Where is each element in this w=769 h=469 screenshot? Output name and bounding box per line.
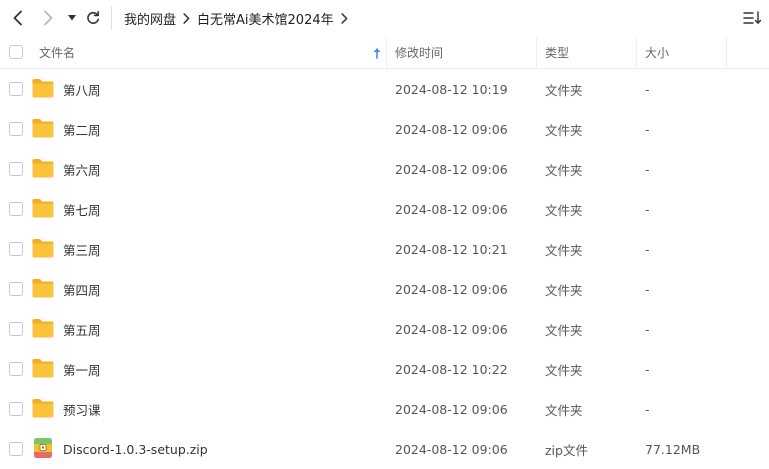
file-type: 文件夹 (545, 162, 583, 178)
file-size: - (645, 321, 650, 337)
toolbar-divider (111, 6, 112, 30)
zip-archive-icon (34, 438, 52, 458)
table-row[interactable]: 第三周 2024-08-12 10:21 文件夹 - (0, 229, 769, 269)
row-checkbox[interactable] (9, 362, 23, 376)
file-type: 文件夹 (545, 202, 583, 218)
folder-icon (32, 159, 54, 178)
row-checkbox[interactable] (9, 402, 23, 416)
file-name[interactable]: 第二周 (63, 109, 101, 149)
column-header-type[interactable]: 类型 (545, 37, 569, 68)
breadcrumb-separator-icon (183, 12, 190, 24)
row-checkbox[interactable] (9, 242, 23, 256)
table-row[interactable]: 第一周 2024-08-12 10:22 文件夹 - (0, 349, 769, 389)
breadcrumb-item-current-folder[interactable]: 白无常Ai美术馆2024年 (197, 9, 334, 28)
folder-icon (32, 279, 54, 298)
chevron-right-icon (44, 10, 53, 26)
forward-button[interactable] (38, 7, 58, 29)
breadcrumb-separator-icon (341, 12, 348, 24)
table-row[interactable]: 预习课 2024-08-12 09:06 文件夹 - (0, 389, 769, 429)
row-checkbox[interactable] (9, 282, 23, 296)
file-type: 文件夹 (545, 402, 583, 418)
file-name[interactable]: 第一周 (63, 349, 101, 389)
column-separator[interactable] (386, 37, 387, 68)
file-type: 文件夹 (545, 242, 583, 258)
file-name[interactable]: 预习课 (63, 389, 101, 429)
file-name[interactable]: 第六周 (63, 149, 101, 189)
file-modified-time: 2024-08-12 09:06 (395, 281, 508, 297)
table-row[interactable]: 第七周 2024-08-12 09:06 文件夹 - (0, 189, 769, 229)
file-type: 文件夹 (545, 362, 583, 378)
view-mode-button[interactable] (742, 9, 762, 27)
file-modified-time: 2024-08-12 09:06 (395, 321, 508, 337)
file-size: - (645, 161, 650, 177)
column-header-modified[interactable]: 修改时间 (395, 37, 443, 68)
file-list-header: 文件名 修改时间 类型 大小 (0, 37, 769, 69)
list-view-icon (743, 11, 762, 24)
column-header-size[interactable]: 大小 (645, 37, 669, 68)
folder-icon (32, 239, 54, 258)
file-name[interactable]: Discord-1.0.3-setup.zip (63, 429, 208, 469)
file-modified-time: 2024-08-12 09:06 (395, 401, 508, 417)
folder-icon (32, 119, 54, 138)
file-modified-time: 2024-08-12 10:21 (395, 241, 508, 257)
table-row[interactable]: 第六周 2024-08-12 09:06 文件夹 - (0, 149, 769, 189)
file-size: - (645, 121, 650, 137)
column-separator[interactable] (636, 37, 637, 68)
file-name[interactable]: 第五周 (63, 309, 101, 349)
file-modified-time: 2024-08-12 09:06 (395, 121, 508, 137)
folder-icon (32, 79, 54, 98)
folder-icon (32, 359, 54, 378)
chevron-left-icon (13, 10, 22, 26)
arrow-up-icon[interactable] (372, 47, 382, 59)
file-type: zip文件 (545, 442, 588, 458)
history-dropdown-button[interactable] (65, 7, 79, 29)
table-row[interactable]: Discord-1.0.3-setup.zip 2024-08-12 09:06… (0, 429, 769, 469)
row-checkbox[interactable] (9, 162, 23, 176)
refresh-icon (87, 11, 99, 24)
file-type: 文件夹 (545, 82, 583, 98)
file-size: 77.12MB (645, 441, 701, 457)
file-size: - (645, 281, 650, 297)
row-checkbox[interactable] (9, 442, 23, 456)
table-row[interactable]: 第五周 2024-08-12 09:06 文件夹 - (0, 309, 769, 349)
file-modified-time: 2024-08-12 09:06 (395, 441, 508, 457)
table-row[interactable]: 第八周 2024-08-12 10:19 文件夹 - (0, 69, 769, 109)
refresh-button[interactable] (84, 7, 102, 29)
breadcrumb-item-my-drive[interactable]: 我的网盘 (124, 9, 176, 28)
file-modified-time: 2024-08-12 10:19 (395, 81, 508, 97)
folder-icon (32, 399, 54, 418)
file-name[interactable]: 第三周 (63, 229, 101, 269)
file-type: 文件夹 (545, 322, 583, 338)
file-size: - (645, 361, 650, 377)
back-button[interactable] (8, 7, 28, 29)
file-size: - (645, 401, 650, 417)
row-checkbox[interactable] (9, 202, 23, 216)
row-checkbox[interactable] (9, 322, 23, 336)
file-size: - (645, 241, 650, 257)
file-size: - (645, 201, 650, 217)
row-checkbox[interactable] (9, 122, 23, 136)
column-separator[interactable] (726, 37, 727, 68)
file-name[interactable]: 第四周 (63, 269, 101, 309)
column-header-name[interactable]: 文件名 (39, 37, 75, 68)
row-checkbox[interactable] (9, 82, 23, 96)
breadcrumb: 我的网盘 白无常Ai美术馆2024年 (124, 8, 355, 28)
file-modified-time: 2024-08-12 09:06 (395, 201, 508, 217)
column-separator[interactable] (536, 37, 537, 68)
folder-icon (32, 199, 54, 218)
table-row[interactable]: 第四周 2024-08-12 09:06 文件夹 - (0, 269, 769, 309)
select-all-checkbox[interactable] (9, 45, 23, 59)
table-row[interactable]: 第二周 2024-08-12 09:06 文件夹 - (0, 109, 769, 149)
file-type: 文件夹 (545, 122, 583, 138)
file-name[interactable]: 第八周 (63, 69, 101, 109)
file-modified-time: 2024-08-12 09:06 (395, 161, 508, 177)
file-name[interactable]: 第七周 (63, 189, 101, 229)
folder-icon (32, 319, 54, 338)
caret-down-icon (68, 15, 76, 21)
file-modified-time: 2024-08-12 10:22 (395, 361, 508, 377)
file-type: 文件夹 (545, 282, 583, 298)
file-size: - (645, 81, 650, 97)
toolbar: 我的网盘 白无常Ai美术馆2024年 (0, 0, 769, 36)
